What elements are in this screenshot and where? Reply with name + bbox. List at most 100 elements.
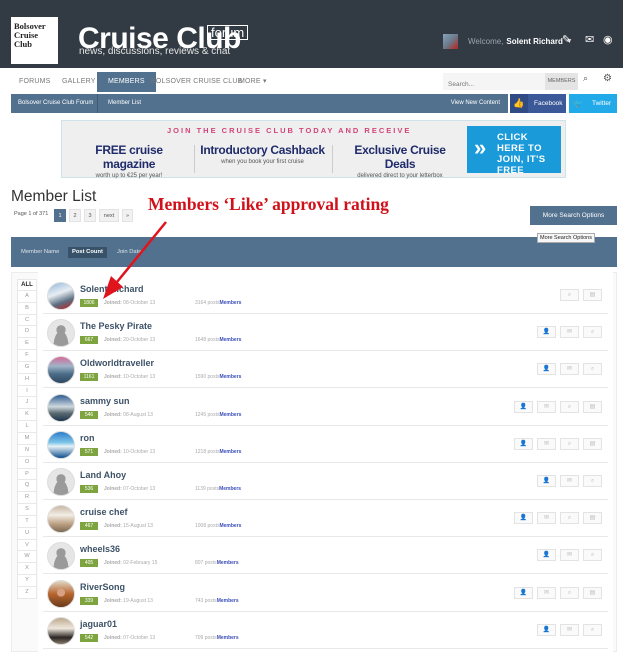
sort-join-date[interactable]: Join Date [117,247,142,258]
add-friend-button[interactable]: 👤 [514,512,533,525]
mail-icon[interactable]: ✉ [585,35,594,46]
page-3-button[interactable]: 3 [84,209,96,222]
find-content-button[interactable]: ⌕ [583,363,602,376]
member-group-link[interactable]: Members [219,337,241,343]
member-name[interactable]: Oldworldtraveller [80,358,154,368]
member-group-link[interactable]: Members [219,412,241,418]
alphabet-filter-s[interactable]: S [17,504,37,516]
find-content-button[interactable]: ⌕ [583,549,602,562]
alphabet-filter-all[interactable]: ALL [17,279,37,291]
find-content-button[interactable]: ⌕ [583,326,602,339]
find-content-button[interactable]: ⌕ [560,289,579,301]
member-avatar[interactable] [47,282,75,310]
user-avatar[interactable] [443,33,458,49]
message-button[interactable]: ✉ [537,586,556,599]
search-scope-selector[interactable]: MEMBERS [545,73,578,90]
alphabet-filter-l[interactable]: L [17,421,37,433]
member-avatar[interactable] [47,393,75,422]
find-content-button[interactable]: ⌕ [560,512,579,525]
alphabet-filter-a[interactable]: A [17,290,37,303]
alphabet-filter-w[interactable]: W [17,551,37,564]
join-banner[interactable]: JOIN THE CRUISE CLUB TODAY AND RECEIVE F… [61,120,566,179]
member-name[interactable]: RiverSong [80,582,125,592]
member-group-link[interactable]: Members [217,598,239,604]
alphabet-filter-n[interactable]: N [17,444,37,457]
nav-more[interactable]: More ▾ [239,72,267,92]
alphabet-filter-k[interactable]: K [17,409,37,422]
member-group-link[interactable]: Members [217,560,239,566]
message-button[interactable]: ✉ [537,512,556,525]
breadcrumb-forum[interactable]: Bolsover Cruise Club Forum [18,94,93,113]
twitter-button[interactable]: 🐦 Twitter [569,94,617,113]
nav-forums[interactable]: Forums [19,72,51,92]
alphabet-filter-g[interactable]: G [17,361,37,374]
alphabet-filter-r[interactable]: R [17,492,37,505]
more-search-options-button[interactable]: More Search Options [530,206,617,225]
breadcrumb-member-list[interactable]: Member List [108,94,141,113]
alphabet-filter-f[interactable]: F [17,350,37,362]
member-name[interactable]: wheels36 [80,544,120,554]
globe-icon[interactable]: ◉ [603,35,613,46]
username[interactable]: Solent Richard [506,37,562,46]
message-button[interactable]: ✉ [537,400,556,413]
member-name[interactable]: sammy sun [80,396,130,406]
member-name[interactable]: Land Ahoy [80,470,126,480]
user-menu[interactable]: Welcome, Solent Richard ▼ [443,33,573,49]
alphabet-filter-m[interactable]: M [17,432,37,445]
view-card-button[interactable]: ▤ [583,586,602,599]
alphabet-filter-e[interactable]: E [17,338,37,351]
member-name[interactable]: cruise chef [80,507,128,517]
alphabet-filter-y[interactable]: Y [17,575,37,587]
member-name[interactable]: Solent Richard [80,284,144,294]
search-icon[interactable]: ⌕ [583,73,588,84]
member-group-link[interactable]: Members [217,635,239,641]
alphabet-filter-j[interactable]: J [17,397,37,410]
nav-bolsover-cruise-club[interactable]: Bolsover Cruise Club [151,72,243,92]
member-group-link[interactable]: Members [219,486,241,492]
member-avatar[interactable] [47,505,75,534]
add-friend-button[interactable]: 👤 [514,400,533,413]
member-group-link[interactable]: Members [219,300,241,306]
friend-button[interactable]: 👤 [537,549,556,562]
alphabet-filter-i[interactable]: I [17,385,37,398]
page-2-button[interactable]: 2 [69,209,81,222]
view-new-content-link[interactable]: View New Content [451,94,500,113]
alphabet-filter-b[interactable]: B [17,302,37,315]
nav-gallery[interactable]: Gallery [62,72,96,92]
find-content-button[interactable]: ⌕ [560,586,579,599]
view-card-button[interactable]: ▤ [583,289,602,301]
alphabet-filter-c[interactable]: C [17,314,37,327]
view-card-button[interactable]: ▤ [583,437,602,450]
member-name[interactable]: ron [80,433,95,443]
alphabet-filter-q[interactable]: Q [17,480,37,493]
join-now-button[interactable]: » CLICK HERE TO JOIN, IT'S FREE [467,126,561,176]
alphabet-filter-v[interactable]: V [17,539,37,552]
sort-post-count[interactable]: Post Count [68,247,107,258]
member-avatar[interactable] [47,468,75,496]
member-group-link[interactable]: Members [219,374,241,380]
find-content-button[interactable]: ⌕ [560,437,579,450]
member-avatar[interactable] [47,430,75,459]
brush-icon[interactable]: ✎ [562,35,571,46]
add-friend-button[interactable]: 👤 [537,623,556,636]
alphabet-filter-p[interactable]: P [17,468,37,481]
message-button[interactable]: ✉ [560,326,579,339]
member-avatar[interactable] [47,356,75,385]
friend-button[interactable]: 👤 [514,586,533,599]
alphabet-filter-h[interactable]: H [17,373,37,386]
member-avatar[interactable] [47,319,75,348]
sort-member-name[interactable]: Member Name [21,247,59,258]
member-group-link[interactable]: Members [219,449,241,455]
add-friend-button[interactable]: 👤 [514,437,533,450]
add-friend-button[interactable]: 👤 [537,326,556,339]
find-content-button[interactable]: ⌕ [583,623,602,636]
site-logo[interactable]: Bolsover Cruise Club [11,17,58,64]
alphabet-filter-z[interactable]: Z [17,586,37,599]
alphabet-filter-x[interactable]: X [17,563,37,576]
message-button[interactable]: ✉ [560,363,579,376]
alphabet-filter-o[interactable]: O [17,456,37,469]
message-button[interactable]: ✉ [537,437,556,450]
find-content-button[interactable]: ⌕ [583,475,602,487]
member-avatar[interactable] [47,579,75,608]
message-button[interactable]: ✉ [560,623,579,636]
